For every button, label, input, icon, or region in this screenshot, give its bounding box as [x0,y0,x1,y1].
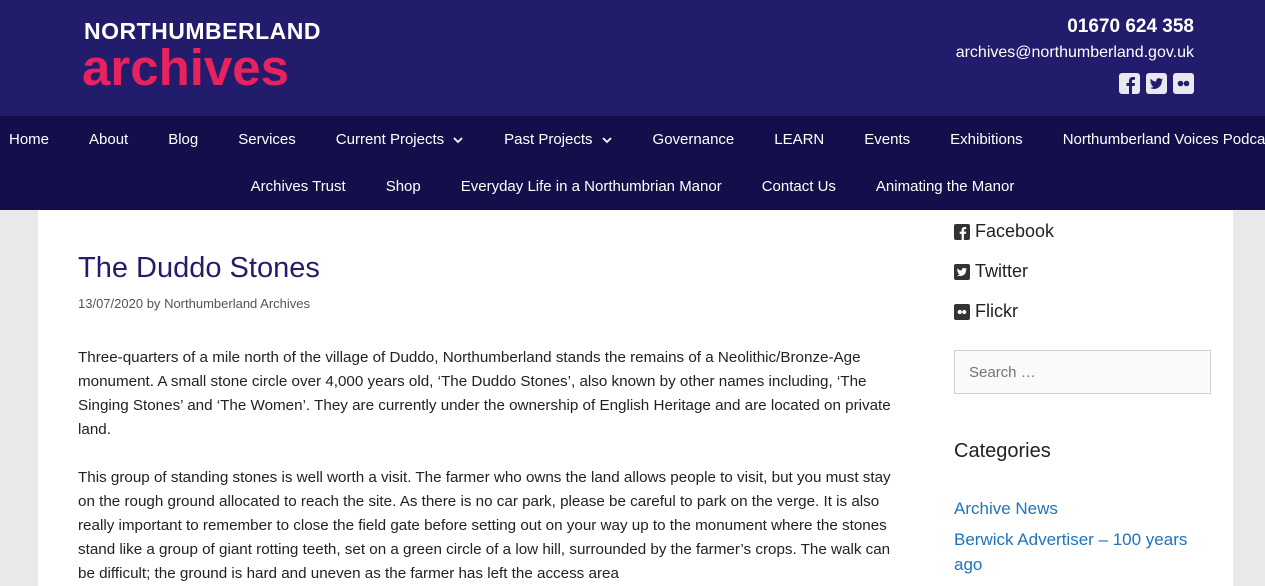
main-navigation: Home About Blog Services Current Project… [0,116,1265,210]
page-title[interactable]: The Duddo Stones [78,252,320,285]
nav-row-1: Home About Blog Services Current Project… [0,116,1265,163]
nav-label: Everyday Life in a Northumbrian Manor [460,178,722,195]
search-input[interactable] [954,350,1211,394]
nav-item-governance[interactable]: Governance [633,116,755,163]
header-social-links [1119,73,1194,94]
sidebar-link-label: Flickr [975,301,1018,321]
nav-item-current-projects[interactable]: Current Projects [316,116,484,163]
nav-label: Governance [652,131,735,148]
nav-row-2: Archives Trust Shop Everyday Life in a N… [0,163,1265,210]
sidebar-link-facebook[interactable]: Facebook [954,221,1054,242]
nav-label: About [89,131,129,148]
nav-label: Animating the Manor [875,178,1015,195]
article-paragraph-2: This group of standing stones is well wo… [78,469,891,582]
nav-item-podcasts[interactable]: Northumberland Voices Podcasts [1043,116,1265,163]
nav-label: Home [9,131,50,148]
email-address[interactable]: archives@northumberland.gov.uk [956,44,1194,62]
nav-item-animating-manor[interactable]: Animating the Manor [856,163,1034,210]
post-date[interactable]: 13/07/2020 [78,296,143,311]
nav-item-exhibitions[interactable]: Exhibitions [930,116,1043,163]
nav-item-services[interactable]: Services [218,116,316,163]
sidebar: Facebook Twitter Flickr Categories Archi… [932,210,1233,586]
article-paragraph-1: Three-quarters of a mile north of the vi… [78,349,891,438]
facebook-icon[interactable] [1119,73,1140,94]
nav-label: Past Projects [504,131,593,148]
post-by: by [146,296,161,311]
chevron-down-icon [601,136,612,143]
nav-label: Northumberland Voices Podcasts [1062,131,1265,148]
nav-item-blog[interactable]: Blog [148,116,218,163]
twitter-icon [954,263,970,280]
nav-item-events[interactable]: Events [844,116,930,163]
nav-item-learn[interactable]: LEARN [754,116,844,163]
nav-item-everyday-life[interactable]: Everyday Life in a Northumbrian Manor [441,163,742,210]
nav-label: Shop [385,178,421,195]
facebook-icon [954,223,970,240]
nav-label: Services [238,131,296,148]
sidebar-link-label: Facebook [975,221,1055,241]
phone-number[interactable]: 01670 624 358 [1067,16,1194,38]
chevron-down-icon [453,136,463,143]
site-header: NORTHUMBERLAND archives 01670 624 358 ar… [0,0,1265,116]
nav-item-shop[interactable]: Shop [366,163,441,210]
nav-label: Blog [168,131,199,148]
nav-label: Exhibitions [950,131,1023,148]
sidebar-link-flickr[interactable]: Flickr [954,301,1018,322]
categories-heading: Categories [954,440,1051,462]
category-link[interactable]: Archive News [954,496,1204,521]
nav-item-about[interactable]: About [69,116,148,163]
nav-item-past-projects[interactable]: Past Projects [484,116,632,163]
nav-item-contact-us[interactable]: Contact Us [742,163,856,210]
twitter-icon[interactable] [1146,73,1167,94]
sidebar-link-twitter[interactable]: Twitter [954,261,1028,282]
post-author[interactable]: Northumberland Archives [164,296,310,311]
nav-label: Current Projects [335,131,445,148]
article-content: The Duddo Stones 13/07/2020 by Northumbe… [38,210,932,586]
nav-label: LEARN [774,131,825,148]
category-link[interactable]: Berwick Advertiser – 100 years ago [954,527,1204,577]
post-meta: 13/07/2020 by Northumberland Archives [78,296,310,311]
nav-label: Contact Us [761,178,836,195]
logo-wordmark-bottom[interactable]: archives [82,40,289,96]
nav-label: Archives Trust [250,178,346,195]
nav-item-home[interactable]: Home [0,116,69,163]
nav-item-archives-trust[interactable]: Archives Trust [231,163,366,210]
flickr-icon[interactable] [1173,73,1194,94]
sidebar-link-label: Twitter [975,261,1029,281]
flickr-icon [954,303,970,320]
nav-label: Events [864,131,911,148]
